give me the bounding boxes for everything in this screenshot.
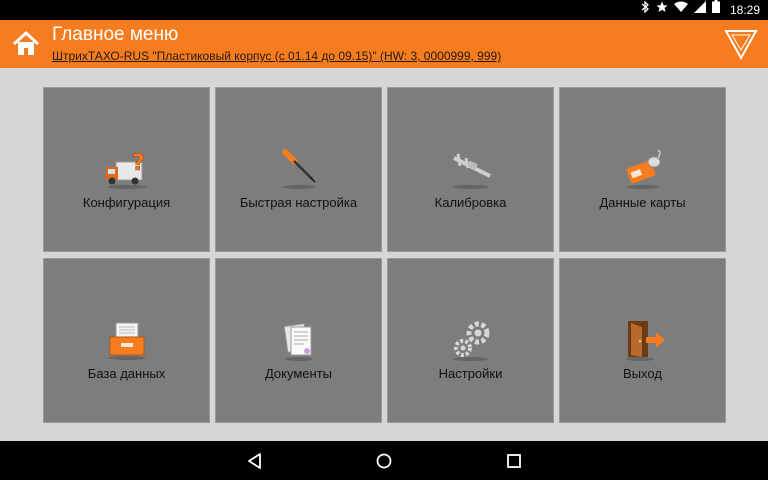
screwdriver-icon [274,148,324,192]
svg-text:?: ? [132,151,145,176]
card-mouse-icon [618,148,668,192]
page-title: Главное меню [52,24,179,45]
battery-icon [711,0,720,20]
tile-label: Данные карты [599,195,686,210]
exit-door-icon [618,319,668,363]
tile-calibration[interactable]: Калибровка [387,87,554,252]
tile-label: База данных [87,366,166,381]
tile-documents[interactable]: Документы [215,258,382,423]
app-header: Главное меню ШтрихТАХО-RUS "Пластиковый … [0,20,768,68]
system-nav-bar [0,441,768,480]
tile-card-data[interactable]: Данные карты [559,87,726,252]
database-drawer-icon [102,319,152,363]
caliper-icon [446,148,496,192]
status-icons: 18:29 [640,0,760,20]
home-icon[interactable] [12,30,40,58]
tile-database[interactable]: База данных [43,258,210,423]
tile-label: Настройки [438,366,503,381]
tile-configuration[interactable]: ? Конфигурация [43,87,210,252]
status-bar: 18:29 [0,0,768,20]
truck-question-icon: ? [102,148,152,192]
device-info-link[interactable]: ШтрихТАХО-RUS "Пластиковый корпус (с 01.… [52,48,501,64]
home-circle-icon[interactable] [374,451,394,471]
signal-icon [693,0,706,20]
back-icon[interactable] [245,451,265,471]
tile-exit[interactable]: Выход [559,258,726,423]
status-clock: 18:29 [729,3,760,17]
wifi-icon [673,0,688,20]
shtrih-logo-icon [724,28,758,61]
documents-icon [274,319,324,363]
star-icon [656,0,668,20]
tile-label: Быстрая настройка [239,195,358,210]
tile-label: Выход [623,366,662,381]
tile-quick-setup[interactable]: Быстрая настройка [215,87,382,252]
tile-label: Документы [264,366,332,381]
tile-label: Конфигурация [82,195,171,210]
main-menu-grid: ? Конфигурация Быстрая настройка Калибро… [43,87,726,423]
recents-icon[interactable] [504,451,524,471]
tile-label: Калибровка [434,195,507,210]
gears-icon [446,319,496,363]
bluetooth-icon [640,0,650,20]
tile-settings[interactable]: Настройки [387,258,554,423]
